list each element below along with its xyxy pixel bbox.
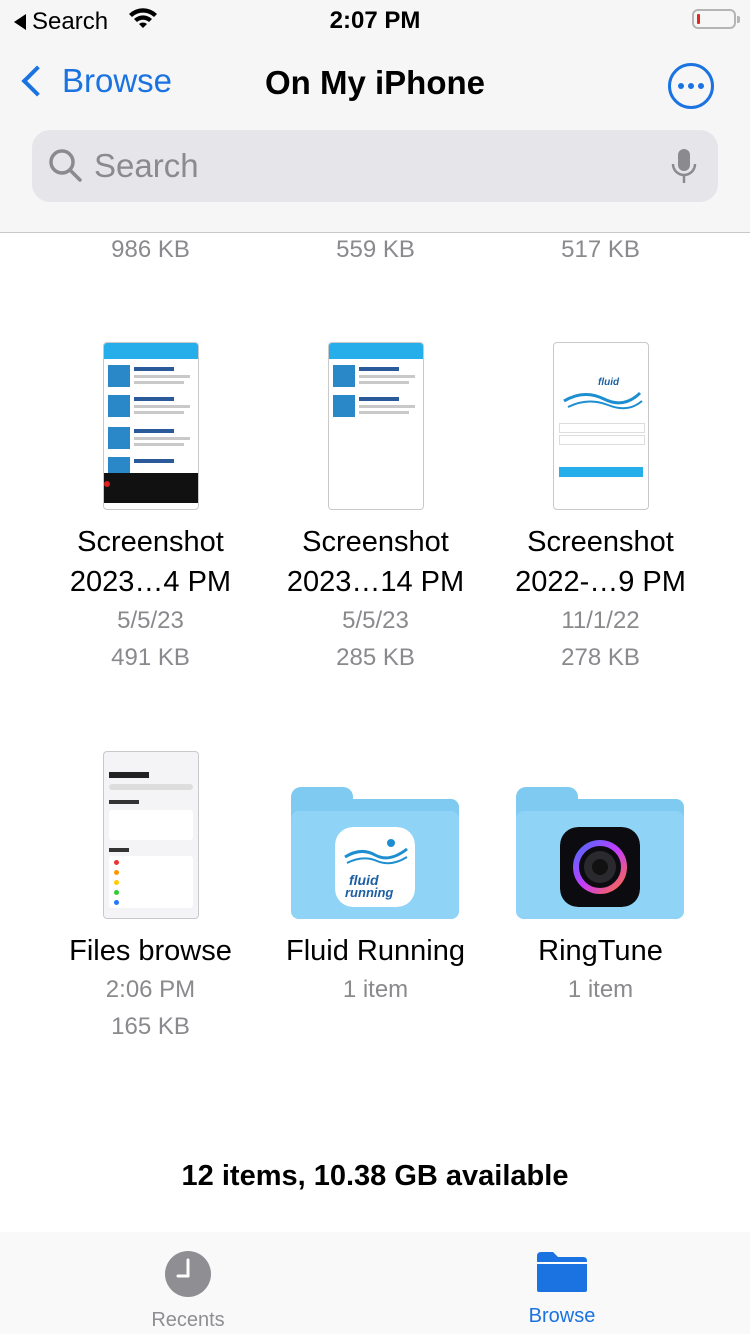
file-item[interactable]: Screenshot 2022-…9 PM 11/1/22 278 KB bbox=[488, 522, 713, 676]
tab-bar: Recents Browse bbox=[0, 1232, 750, 1334]
ellipsis-dot bbox=[678, 83, 684, 89]
folder-ringtune[interactable] bbox=[516, 787, 684, 919]
file-name: 2022-…9 PM bbox=[515, 566, 686, 598]
folder-name: RingTune bbox=[538, 935, 663, 967]
clock-icon bbox=[165, 1251, 211, 1297]
search-input[interactable] bbox=[94, 130, 654, 202]
file-date: 5/5/23 bbox=[117, 607, 184, 634]
tab-label: Browse bbox=[528, 1305, 596, 1327]
folder-fluid-running[interactable]: fluid running bbox=[291, 787, 459, 919]
fluid-running-app-icon: fluid running bbox=[335, 827, 415, 907]
ellipsis-dot bbox=[688, 83, 694, 89]
folder-item[interactable]: RingTune 1 item bbox=[488, 931, 713, 1008]
file-size: 559 KB bbox=[336, 236, 415, 263]
file-name: Screenshot bbox=[302, 526, 449, 558]
page-title: On My iPhone bbox=[264, 64, 485, 101]
ellipsis-dot bbox=[698, 83, 704, 89]
tab-recents[interactable]: Recents bbox=[88, 1250, 288, 1332]
file-item[interactable]: Screenshot 2023…4 PM 5/5/23 491 KB bbox=[38, 522, 263, 676]
search-bar[interactable] bbox=[32, 130, 718, 202]
file-size: 165 KB bbox=[111, 1013, 190, 1040]
file-size: 986 KB bbox=[111, 236, 190, 263]
file-name: 2023…14 PM bbox=[286, 566, 465, 598]
file-date: 5/5/23 bbox=[342, 607, 409, 634]
file-date: 2:06 PM bbox=[105, 976, 196, 1003]
logo-thumbnail-icon: fluid bbox=[563, 377, 643, 410]
microphone-icon[interactable] bbox=[670, 148, 698, 186]
file-size: 285 KB bbox=[336, 644, 415, 671]
file-thumbnail[interactable] bbox=[328, 342, 424, 510]
svg-text:running: running bbox=[345, 885, 393, 900]
status-time: 2:07 PM bbox=[329, 7, 421, 34]
folder-count: 1 item bbox=[342, 976, 409, 1003]
file-date: 11/1/22 bbox=[561, 607, 640, 634]
folder-item[interactable]: Fluid Running 1 item bbox=[263, 931, 488, 1008]
folder-name: Fluid Running bbox=[286, 935, 465, 967]
tab-browse[interactable]: Browse bbox=[462, 1250, 662, 1328]
storage-summary: 12 items, 10.38 GB available bbox=[181, 1160, 569, 1192]
file-name: 2023…4 PM bbox=[69, 566, 232, 598]
folder-icon bbox=[537, 1252, 587, 1292]
tab-label: Recents bbox=[151, 1309, 225, 1331]
search-icon bbox=[49, 149, 82, 182]
file-size: 517 KB bbox=[561, 236, 640, 263]
file-name: Files browse bbox=[69, 935, 232, 967]
file-size: 491 KB bbox=[111, 644, 190, 671]
folder-count: 1 item bbox=[567, 976, 634, 1003]
svg-text:fluid: fluid bbox=[598, 377, 620, 388]
ringtune-app-icon bbox=[560, 827, 640, 907]
file-thumbnail[interactable] bbox=[103, 342, 199, 510]
file-item[interactable]: Files browse 2:06 PM 165 KB bbox=[38, 931, 263, 1045]
file-size: 278 KB bbox=[561, 644, 640, 671]
file-item[interactable]: Screenshot 2023…14 PM 5/5/23 285 KB bbox=[263, 522, 488, 676]
status-bar: Search 2:07 PM bbox=[0, 0, 750, 40]
more-options-button[interactable] bbox=[668, 63, 714, 109]
battery-icon bbox=[692, 9, 740, 29]
file-thumbnail[interactable] bbox=[103, 751, 199, 919]
file-name: Screenshot bbox=[77, 526, 224, 558]
file-name: Screenshot bbox=[527, 526, 674, 558]
file-thumbnail[interactable]: fluid bbox=[553, 342, 649, 510]
